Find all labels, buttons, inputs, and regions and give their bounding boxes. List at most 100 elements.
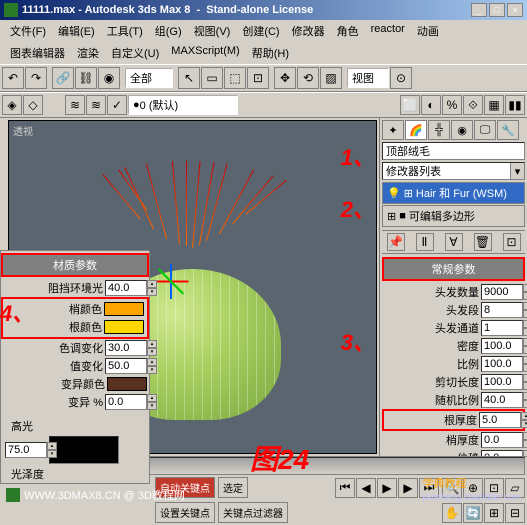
arc-rotate-icon[interactable]: 🔄 <box>463 503 483 523</box>
select-rect-button[interactable]: ⬚ <box>224 67 246 89</box>
move-button[interactable]: ✥ <box>274 67 296 89</box>
minimize-button[interactable]: _ <box>471 3 487 17</box>
rollout-general[interactable]: 常规参数 <box>382 257 525 281</box>
named-sel-icon[interactable]: ▦ <box>484 95 504 115</box>
material-header[interactable]: 材质参数 <box>1 253 149 277</box>
keyfilter-button[interactable]: 关键点过滤器 <box>218 502 288 523</box>
redo-button[interactable]: ↷ <box>25 67 47 89</box>
select-button[interactable]: ↖ <box>178 67 200 89</box>
utilities-tab[interactable]: 🔧 <box>497 120 519 140</box>
window-crossing-button[interactable]: ⊡ <box>247 67 269 89</box>
setkey-button[interactable]: 设置关键点 <box>155 502 215 523</box>
mirror-icon[interactable]: ▮▮ <box>505 95 525 115</box>
snap-toggle-icon[interactable]: ⬜ <box>400 95 420 115</box>
pin-stack-icon[interactable]: 📌 <box>387 233 405 251</box>
menu-help[interactable]: 帮助(H) <box>246 44 295 62</box>
layer-icon2[interactable]: ◇ <box>23 95 43 115</box>
hair-segs-spinner[interactable]: 8▴▾ <box>481 302 523 318</box>
eye-icon[interactable]: 💡 <box>387 187 401 200</box>
next-frame-icon[interactable]: ▶ <box>398 478 418 498</box>
tip-color-label: 梢颜色 <box>69 301 102 317</box>
link-button[interactable]: 🔗 <box>52 67 74 89</box>
motion-tab[interactable]: ◉ <box>451 120 473 140</box>
menu-animation[interactable]: 动画 <box>411 22 445 40</box>
mut-color-swatch[interactable] <box>107 377 147 391</box>
max-viewport-icon[interactable]: ⊞ <box>484 503 504 523</box>
layer-dropdown[interactable]: ● 0 (默认) <box>128 95 238 115</box>
min-viewport-icon[interactable]: ⊟ <box>505 503 525 523</box>
goto-start-icon[interactable]: ⏮ <box>335 478 355 498</box>
select-name-button[interactable]: ▭ <box>201 67 223 89</box>
close-button[interactable]: × <box>507 3 523 17</box>
cut-spinner[interactable]: 100.0▴▾ <box>481 374 523 390</box>
menu-reactor[interactable]: reactor <box>365 22 411 40</box>
watermark-right: 学典教程 jiaocheng.chazidian.com <box>422 475 521 503</box>
menu-character[interactable]: 角色 <box>331 22 365 40</box>
create-tab[interactable]: ✦ <box>382 120 404 140</box>
menu-tools[interactable]: 工具(T) <box>101 22 149 40</box>
make-unique-icon[interactable]: ∀ <box>445 233 463 251</box>
menu-edit[interactable]: 编辑(E) <box>52 22 101 40</box>
stack-editable-poly[interactable]: ⊞■ 可编辑多边形 <box>382 205 525 227</box>
menu-group[interactable]: 组(G) <box>149 22 188 40</box>
hair-segs-label: 头发段 <box>446 302 479 318</box>
menu-views[interactable]: 视图(V) <box>188 22 237 40</box>
occ-label: 阻挡环境光 <box>48 280 103 296</box>
unlink-button[interactable]: ⛓ <box>75 67 97 89</box>
menu-graph[interactable]: 图表编辑器 <box>4 44 71 62</box>
layer-add-icon[interactable]: ≋ <box>86 95 106 115</box>
root-color-swatch[interactable] <box>104 320 144 334</box>
app-icon <box>4 3 18 17</box>
annotation-3: 3、 <box>341 325 375 357</box>
hair-count-spinner[interactable]: 9000▴▾ <box>481 284 523 300</box>
menu-custom[interactable]: 自定义(U) <box>105 44 165 62</box>
center-button[interactable]: ⊙ <box>390 67 412 89</box>
tip-color-swatch[interactable] <box>104 302 144 316</box>
spinner-snap-icon[interactable]: ⟐ <box>463 95 483 115</box>
percent-snap-icon[interactable]: % <box>442 95 462 115</box>
bind-button[interactable]: ◉ <box>98 67 120 89</box>
menu-create[interactable]: 创建(C) <box>236 22 285 40</box>
scale-button[interactable]: ▨ <box>320 67 342 89</box>
layer-manager-icon[interactable]: ≋ <box>65 95 85 115</box>
layer-sel-icon[interactable]: ✓ <box>107 95 127 115</box>
object-name-field[interactable]: 顶部绒毛 <box>382 142 525 160</box>
menu-file[interactable]: 文件(F) <box>4 22 52 40</box>
density-spinner[interactable]: 100.0▴▾ <box>481 338 523 354</box>
hierarchy-tab[interactable]: ╬ <box>428 120 450 140</box>
modify-tab[interactable]: 🌈 <box>405 120 427 140</box>
tip-thick-spinner[interactable]: 0.0▴▾ <box>481 432 523 448</box>
root-thick-spinner[interactable]: 5.0▴▾ <box>479 412 521 428</box>
play-icon[interactable]: ▶ <box>377 478 397 498</box>
spec-spinner[interactable]: 75.0▴▾ <box>5 442 47 458</box>
layer-create-icon[interactable]: ◈ <box>2 95 22 115</box>
angle-snap-icon[interactable]: ◐ <box>421 95 441 115</box>
menu-render[interactable]: 渲染 <box>71 44 105 62</box>
modifier-list-dropdown[interactable]: 修改器列表 ▾ <box>382 162 525 180</box>
selection-filter-dropdown[interactable]: 全部 <box>125 68 173 88</box>
show-result-icon[interactable]: Ⅱ <box>416 233 434 251</box>
tip-thick-label: 梢厚度 <box>446 432 479 448</box>
val-var-spinner[interactable]: 50.0▴▾ <box>105 358 147 374</box>
hair-passes-spinner[interactable]: 1▴▾ <box>481 320 523 336</box>
scale-spinner[interactable]: 100.0▴▾ <box>481 356 523 372</box>
configure-icon[interactable]: ⊡ <box>503 233 521 251</box>
stack-hair-fur[interactable]: 💡 ⊞ Hair 和 Fur (WSM) <box>382 182 525 204</box>
maximize-button[interactable]: □ <box>489 3 505 17</box>
root-thick-label: 根厚度 <box>444 412 477 428</box>
chevron-down-icon[interactable]: ▾ <box>510 163 524 179</box>
menu-modifiers[interactable]: 修改器 <box>286 22 331 40</box>
menu-script[interactable]: MAXScript(M) <box>165 44 245 62</box>
rotate-button[interactable]: ⟲ <box>297 67 319 89</box>
occ-spinner[interactable]: 40.0▴▾ <box>105 280 147 296</box>
hue-var-spinner[interactable]: 30.0▴▾ <box>105 340 147 356</box>
display-tab[interactable]: 🖵 <box>474 120 496 140</box>
selected-button[interactable]: 选定 <box>218 477 248 498</box>
undo-button[interactable]: ↶ <box>2 67 24 89</box>
pan-icon[interactable]: ✋ <box>442 503 462 523</box>
prev-frame-icon[interactable]: ◀ <box>356 478 376 498</box>
rand-scale-spinner[interactable]: 40.0▴▾ <box>481 392 523 408</box>
refcoord-dropdown[interactable]: 视图 <box>347 68 389 88</box>
mut-pct-spinner[interactable]: 0.0▴▾ <box>105 394 147 410</box>
remove-mod-icon[interactable]: 🗑 <box>474 233 492 251</box>
